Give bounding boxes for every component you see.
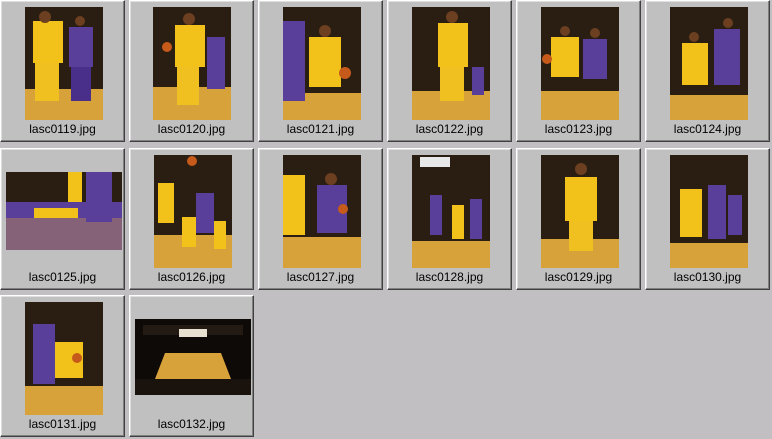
thumbnail-grid: lasc0119.jpg lasc0120.jpg lasc0121.jpg l… — [0, 0, 772, 439]
thumbnail-tile[interactable]: lasc0125.jpg — [0, 148, 125, 290]
thumbnail-image — [412, 7, 490, 120]
thumbnail-image — [541, 7, 619, 120]
thumbnail-image — [153, 7, 231, 120]
thumbnail-image — [283, 7, 361, 120]
thumbnail-tile[interactable]: lasc0119.jpg — [0, 0, 125, 142]
thumbnail-tile[interactable]: lasc0124.jpg — [645, 0, 770, 142]
thumbnail-filename: lasc0123.jpg — [544, 122, 613, 136]
thumbnail-filename: lasc0124.jpg — [673, 122, 742, 136]
thumbnail-image — [6, 172, 122, 250]
thumbnail-tile[interactable]: lasc0130.jpg — [645, 148, 770, 290]
thumbnail-tile[interactable]: lasc0122.jpg — [387, 0, 512, 142]
thumbnail-image — [154, 155, 232, 268]
thumbnail-filename: lasc0131.jpg — [28, 417, 97, 431]
thumbnail-tile[interactable]: lasc0131.jpg — [0, 295, 125, 437]
thumbnail-tile[interactable]: lasc0123.jpg — [516, 0, 641, 142]
thumbnail-tile[interactable]: lasc0129.jpg — [516, 148, 641, 290]
thumbnail-filename: lasc0125.jpg — [28, 270, 97, 284]
thumbnail-filename: lasc0121.jpg — [286, 122, 355, 136]
thumbnail-filename: lasc0119.jpg — [29, 122, 96, 136]
thumbnail-image — [283, 155, 361, 268]
thumbnail-tile[interactable]: lasc0126.jpg — [129, 148, 254, 290]
thumbnail-filename: lasc0132.jpg — [157, 417, 226, 431]
thumbnail-image — [25, 302, 103, 415]
thumbnail-filename: lasc0128.jpg — [415, 270, 484, 284]
thumbnail-filename: lasc0122.jpg — [415, 122, 484, 136]
thumbnail-filename: lasc0127.jpg — [286, 270, 355, 284]
thumbnail-image — [25, 7, 103, 120]
thumbnail-image — [670, 155, 748, 268]
thumbnail-tile[interactable]: lasc0128.jpg — [387, 148, 512, 290]
thumbnail-tile[interactable]: lasc0132.jpg — [129, 295, 254, 437]
thumbnail-tile[interactable]: lasc0127.jpg — [258, 148, 383, 290]
thumbnail-filename: lasc0129.jpg — [544, 270, 613, 284]
thumbnail-tile[interactable]: lasc0120.jpg — [129, 0, 254, 142]
thumbnail-image — [412, 155, 490, 268]
thumbnail-image — [541, 155, 619, 268]
thumbnail-tile[interactable]: lasc0121.jpg — [258, 0, 383, 142]
thumbnail-image — [670, 7, 748, 120]
thumbnail-filename: lasc0120.jpg — [157, 122, 226, 136]
thumbnail-filename: lasc0126.jpg — [157, 270, 226, 284]
thumbnail-filename: lasc0130.jpg — [673, 270, 742, 284]
thumbnail-image — [135, 319, 251, 395]
